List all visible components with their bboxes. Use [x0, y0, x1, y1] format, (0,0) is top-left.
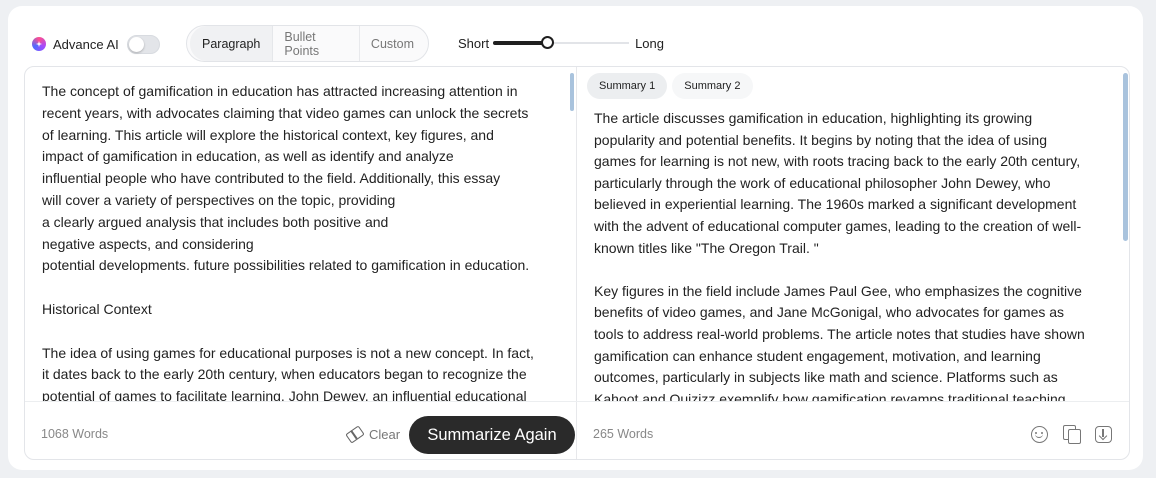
input-text-line: negative aspects, and considering	[42, 235, 254, 252]
length-short-label: Short	[458, 35, 490, 51]
input-text-line: influential people who have contributed …	[42, 170, 501, 187]
clear-label: Clear	[369, 426, 401, 442]
mode-selector: Paragraph Bullet Points Custom	[186, 25, 429, 62]
input-text-line: potential developments. future possibili…	[42, 257, 530, 274]
input-text-line: The idea of using games for educational …	[42, 344, 534, 361]
input-text[interactable]: The concept of gamification in education…	[42, 81, 562, 401]
download-icon	[1094, 425, 1112, 443]
slider-fill	[493, 41, 548, 45]
copy-button[interactable]	[1061, 424, 1081, 444]
summary-word-count: 265 Words	[593, 427, 654, 441]
summary-text-line: tools to address real-world problems. Th…	[594, 325, 1085, 342]
length-slider[interactable]	[493, 35, 630, 51]
mode-bullet-points[interactable]: Bullet Points	[273, 26, 360, 61]
input-text-line: will cover a variety of perspectives on …	[42, 191, 396, 208]
sparkle-icon	[32, 37, 46, 51]
summary-text-line: The article discusses gamification in ed…	[594, 110, 1033, 126]
editor-panels: The concept of gamification in education…	[24, 66, 1130, 460]
summary-output-area: Summary 1 Summary 2 The article discusse…	[577, 67, 1129, 401]
advance-ai-toggle[interactable]	[126, 34, 160, 54]
length-control: Short Long	[458, 32, 664, 54]
summary-text-line: Key figures in the field include James P…	[594, 282, 1082, 299]
mode-custom[interactable]: Custom	[360, 26, 425, 61]
input-text-area[interactable]: The concept of gamification in education…	[25, 67, 576, 401]
eraser-icon	[345, 424, 365, 444]
footer-divider	[25, 401, 1129, 402]
input-scrollbar[interactable]	[570, 73, 574, 111]
input-text-line: Historical Context	[42, 300, 152, 317]
summary-actions	[1029, 424, 1113, 444]
summary-text: The article discusses gamification in ed…	[594, 108, 1114, 401]
summary-text-line: benefits of video games, and Jane McGoni…	[594, 304, 1065, 321]
summary-text-line: popularity and potential benefits. It be…	[594, 131, 1047, 148]
feedback-button[interactable]	[1029, 424, 1049, 444]
advance-ai-label: Advance AI	[53, 36, 119, 52]
advance-ai-control: Advance AI	[32, 29, 160, 59]
tab-summary-1[interactable]: Summary 1	[587, 73, 668, 99]
slider-thumb[interactable]	[541, 36, 555, 49]
download-button[interactable]	[1093, 424, 1113, 444]
clear-button[interactable]: Clear	[345, 419, 401, 449]
smile-icon	[1030, 425, 1048, 443]
summarizer-app: Advance AI Paragraph Bullet Points Custo…	[8, 6, 1143, 470]
input-text-line: it dates back to the early 20th century,…	[42, 366, 527, 383]
summary-tabs: Summary 1 Summary 2	[587, 73, 753, 99]
copy-icon	[1062, 425, 1081, 444]
summary-text-line: Kahoot and Quizizz exemplify how gamific…	[594, 390, 1066, 401]
length-long-label: Long	[635, 35, 664, 51]
summary-scrollbar[interactable]	[1123, 73, 1128, 241]
summary-text-line: games for learning is not new, with root…	[594, 153, 1081, 170]
input-text-line: of learning. This article will explore t…	[42, 126, 494, 143]
summary-text-line: particularly through the work of educati…	[594, 174, 1051, 191]
input-text-line: impact of gamification in education, as …	[42, 148, 454, 165]
summary-text-line: known titles like "The Oregon Trail. "	[594, 239, 819, 256]
input-word-count: 1068 Words	[41, 427, 109, 441]
toggle-knob	[128, 36, 144, 52]
mode-paragraph[interactable]: Paragraph	[190, 26, 274, 61]
summary-text-line: gamification can enhance student engagem…	[594, 347, 1041, 364]
tab-summary-2[interactable]: Summary 2	[672, 73, 753, 99]
input-text-line: recent years, with advocates claiming th…	[42, 104, 529, 121]
summary-text-line: outcomes, particularly in subjects like …	[594, 369, 1058, 386]
input-text-line: a clearly argued analysis that includes …	[42, 213, 389, 230]
input-text-line: The concept of gamification in education…	[42, 83, 518, 99]
summary-text-line: with the advent of educational computer …	[594, 217, 1082, 234]
summarize-again-button[interactable]: Summarize Again	[409, 416, 575, 454]
input-text-line: potential of games to facilitate learnin…	[42, 388, 527, 401]
summary-text-line: believed in experiential learning. The 1…	[594, 196, 1077, 213]
